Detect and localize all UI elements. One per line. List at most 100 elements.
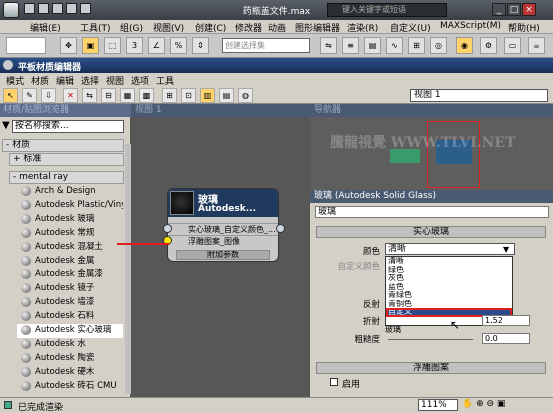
category-materials[interactable]: - 材质 (2, 139, 124, 152)
color-option[interactable]: 清晰 (386, 257, 512, 266)
category-standard[interactable]: + 标准 (9, 153, 124, 166)
delete-icon[interactable]: ✕ (63, 88, 78, 103)
material-list-item[interactable]: Autodesk 硬木 (17, 366, 123, 380)
render-icon[interactable]: ☕ (528, 37, 545, 54)
material-list-item[interactable]: Autodesk 玻璃 (17, 213, 123, 227)
view-select-dropdown[interactable]: 视图 1 (410, 89, 548, 102)
editor-menu-utilities[interactable]: 工具 (156, 74, 174, 87)
color-option[interactable]: 蓝色 (386, 283, 512, 292)
menu-edit[interactable]: 编辑(E) (30, 21, 61, 34)
material-list-item[interactable]: Autodesk 砖石 CMU (17, 380, 123, 394)
menu-group[interactable]: 组(G) (120, 21, 143, 34)
material-list-item[interactable]: Autodesk 石料 (17, 310, 123, 324)
menu-animation[interactable]: 动画 (268, 21, 286, 34)
material-list-item[interactable]: Autodesk 常规 (17, 227, 123, 241)
select-object-icon[interactable]: ▣ (82, 37, 99, 54)
render-setup-icon[interactable]: ⚙ (480, 37, 497, 54)
selection-set-dropdown[interactable]: 创建选择集 (222, 38, 310, 53)
menu-graph-editors[interactable]: 图形编辑器 (295, 21, 340, 34)
editor-menu-view[interactable]: 视图 (106, 74, 124, 87)
roughness-spinner[interactable]: 0.0 (482, 333, 530, 344)
color-option[interactable]: 青铜色 (386, 300, 512, 309)
rollout-relief-pattern[interactable]: 浮雕图案 (316, 362, 546, 374)
show-map-icon[interactable]: ▦ (120, 88, 135, 103)
node-slot-color[interactable]: 实心玻璃_自定义颜色_... (168, 223, 278, 234)
layout-icon[interactable]: ⊞ (162, 88, 177, 103)
angle-snap-icon[interactable]: ∠ (148, 37, 165, 54)
material-editor-icon[interactable]: ◎ (430, 37, 447, 54)
material-list-item[interactable]: Autodesk 金属漆 (17, 268, 123, 282)
material-list-item[interactable]: Autodesk 水 (17, 338, 123, 352)
editor-menu-options[interactable]: 选项 (131, 74, 149, 87)
material-list-item[interactable]: Autodesk 实心玻璃 (17, 324, 123, 338)
color-option[interactable]: 青绿色 (386, 291, 512, 300)
select-by-material-icon[interactable]: ◍ (238, 88, 253, 103)
select-tool-icon[interactable]: ↖ (3, 88, 18, 103)
refraction-spinner[interactable]: 1.52 (482, 315, 530, 326)
color-dropdown[interactable]: 清晰 (385, 243, 515, 255)
percent-snap-icon[interactable]: % (170, 37, 187, 54)
menu-maxscript[interactable]: MAXScript(M) (440, 21, 501, 31)
assign-material-icon[interactable]: ⇩ (41, 88, 56, 103)
snap-toggle-icon[interactable]: 3 (126, 37, 143, 54)
undo-redo-icon[interactable] (6, 37, 46, 54)
material-name-field[interactable]: 玻璃 (315, 206, 549, 218)
navigation-tools[interactable]: ✋ ⊕ ⊖ ▣ (462, 399, 505, 409)
curve-editor-icon[interactable]: ∿ (386, 37, 403, 54)
menu-customize[interactable]: 自定义(U) (390, 21, 431, 34)
material-list-item[interactable]: Autodesk 陶瓷 (17, 352, 123, 366)
menu-create[interactable]: 创建(C) (195, 21, 226, 34)
node-extra-params[interactable]: 附加参数 (176, 250, 270, 260)
menu-rendering[interactable]: 渲染(R) (347, 21, 378, 34)
move-children-icon[interactable]: ⇆ (82, 88, 97, 103)
minimize-button[interactable]: _ (492, 3, 506, 16)
editor-menu-select[interactable]: 选择 (81, 74, 99, 87)
material-list-item[interactable]: Autodesk 镜子 (17, 282, 123, 296)
menu-views[interactable]: 视图(V) (153, 21, 184, 34)
maximize-button[interactable]: □ (507, 3, 521, 16)
zoom-dropdown[interactable]: 111% (418, 399, 458, 411)
refraction-preset[interactable]: 玻璃 (385, 324, 425, 335)
mirror-icon[interactable]: ⇋ (320, 37, 337, 54)
material-list-item[interactable]: Autodesk 混凝土 (17, 241, 123, 255)
background-icon[interactable]: ▩ (139, 88, 154, 103)
node-slot-bump[interactable]: 浮雕图案_图像 (168, 235, 278, 246)
editor-menu-material[interactable]: 材质 (31, 74, 49, 87)
pick-material-icon[interactable]: ✎ (22, 88, 37, 103)
browser-options-icon[interactable]: ▼ (2, 120, 10, 131)
spinner-snap-icon[interactable]: ⇕ (192, 37, 209, 54)
material-list-item[interactable]: Arch & Design (17, 185, 123, 199)
material-list-item[interactable]: Autodesk 金属 (17, 255, 123, 269)
roughness-slider[interactable] (388, 339, 473, 340)
layout-children-icon[interactable]: ⊡ (181, 88, 196, 103)
input-socket-color[interactable] (163, 224, 172, 233)
layer-icon[interactable]: ▤ (364, 37, 381, 54)
schematic-view-icon[interactable]: ⊞ (408, 37, 425, 54)
material-map-navigator-icon[interactable]: ▥ (200, 88, 215, 103)
menu-help[interactable]: 帮助(H) (508, 21, 540, 34)
color-option[interactable]: 绿色 (386, 266, 512, 275)
search-input[interactable]: 键入关键字或短语 (327, 3, 447, 17)
color-option[interactable]: 灰色 (386, 274, 512, 283)
close-button[interactable]: × (522, 3, 536, 16)
select-region-icon[interactable]: ⬚ (104, 37, 121, 54)
slate-material-editor-icon[interactable]: ◉ (456, 37, 473, 54)
material-list-item[interactable]: Autodesk 墙漆 (17, 296, 123, 310)
align-icon[interactable]: ≡ (342, 37, 359, 54)
rollout-solid-glass[interactable]: 实心玻璃 (316, 226, 546, 238)
select-move-icon[interactable]: ✥ (60, 37, 77, 54)
editor-menu-edit[interactable]: 编辑 (56, 74, 74, 87)
output-socket[interactable] (276, 224, 285, 233)
dropdown-arrow-icon[interactable]: ▼ (503, 245, 509, 254)
menu-tools[interactable]: 工具(T) (80, 21, 111, 34)
parameter-editor-icon[interactable]: ▤ (219, 88, 234, 103)
render-frame-icon[interactable]: ▭ (504, 37, 521, 54)
editor-menu-modes[interactable]: 模式 (6, 74, 24, 87)
hide-unused-icon[interactable]: ⊟ (101, 88, 116, 103)
category-mental-ray[interactable]: - mental ray (9, 171, 124, 184)
material-list-item[interactable]: Autodesk Plastic/Vinyl (17, 199, 123, 213)
browser-search-input[interactable]: 按名称搜索... (12, 120, 124, 133)
menu-modifiers[interactable]: 修改器 (235, 21, 262, 34)
enable-checkbox[interactable] (330, 378, 338, 386)
material-node[interactable]: 玻璃 Autodesk... 实心玻璃_自定义颜色_... 浮雕图案_图像 附加… (167, 188, 279, 262)
